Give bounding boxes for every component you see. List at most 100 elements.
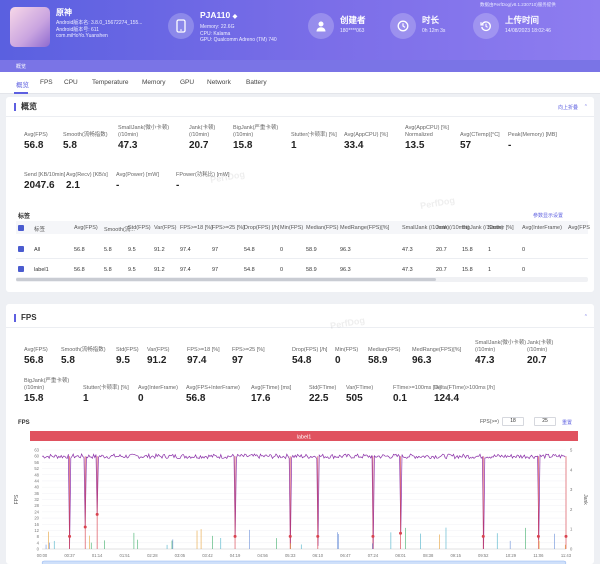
table-cell: label1	[34, 266, 49, 273]
chevron-up-icon[interactable]: ⌃	[584, 104, 588, 110]
table-cell: 58.9	[306, 266, 317, 273]
tab-overview[interactable]: 概览	[16, 79, 29, 89]
chevron-up-icon[interactable]: ⌃	[584, 314, 588, 320]
upload-label: 上传时间	[505, 15, 540, 25]
table-cell: 20.7	[436, 266, 447, 273]
x-tick-label: 06:47	[340, 553, 351, 558]
metric-label: Delta(FTime)>100ms [/h]	[434, 384, 495, 391]
metric-card: Avg(FTime) [ms] 17.6	[251, 378, 292, 405]
tab-cpu[interactable]: CPU	[64, 79, 78, 86]
tab-temperature[interactable]: Temperature	[92, 79, 129, 86]
y-tick-label: 28	[34, 503, 39, 508]
metric-value: 47.3	[118, 140, 138, 152]
metric-value: 57	[460, 140, 472, 152]
metric-label: Std(FPS)	[116, 346, 139, 353]
history-icon	[473, 13, 499, 39]
table-header-cell[interactable]: Std(FPS)	[128, 225, 151, 231]
x-tick-label: 05:33	[285, 553, 296, 558]
collapse-button[interactable]: 向上折叠	[558, 104, 578, 111]
table-cell: 15.8	[462, 266, 473, 273]
y-tick-label: 44	[34, 478, 39, 483]
table-cell: 15.8	[462, 246, 473, 253]
table-cell: 97.4	[180, 266, 191, 273]
row-checkbox[interactable]	[18, 246, 24, 252]
active-tab-indicator	[14, 92, 28, 94]
label-settings-link[interactable]: 参数显示设置	[533, 212, 563, 219]
phone-icon	[168, 13, 194, 39]
y2-tick-label: 3	[570, 487, 573, 492]
report-header: 原神 Android版本名: 3.8.0_15672274_155... And…	[0, 0, 600, 60]
y-tick-label: 63	[34, 448, 39, 453]
metric-label: Jank(卡顿) (/10min)	[527, 340, 554, 353]
table-header-cell[interactable]: Stutter [%]	[488, 225, 514, 231]
breadcrumb-item[interactable]: 概览	[16, 63, 26, 70]
metric-label: Send [KB/10min]	[24, 171, 66, 178]
table-header-cell[interactable]: Var(FPS)	[154, 225, 177, 231]
select-all-checkbox[interactable]	[18, 225, 24, 231]
chart-title: FPS	[18, 420, 30, 426]
tab-gpu[interactable]: GPU	[180, 79, 194, 86]
metric-card: Min(FPS) 0	[335, 340, 358, 367]
metric-card: BigJank(严重卡顿) (/10min) 15.8	[24, 378, 69, 404]
tab-battery[interactable]: Battery	[246, 79, 267, 86]
table-header-cell[interactable]: Avg(FPS)	[74, 225, 98, 231]
y-axis-label: FPS	[14, 494, 20, 504]
metric-value: 20.7	[189, 140, 209, 152]
device-gpu: GPU: Qualcomm Adreno (TM) 740	[200, 37, 277, 43]
metric-card: Smooth(流畅指数) 5.8	[63, 125, 108, 152]
x-tick-label: 03:42	[202, 553, 213, 558]
y2-tick-label: 2	[570, 507, 573, 512]
metric-label: FPS>=18 [%]	[187, 346, 220, 353]
metric-card: MedRange(FPS)[%] 96.3	[412, 340, 461, 367]
metric-value: 97.4	[187, 355, 207, 367]
table-header-cell[interactable]: FPS>=25 [%]	[212, 225, 245, 231]
table-header-cell[interactable]: Avg(FPS	[568, 225, 590, 231]
metric-card: Avg(FPS) 56.8	[24, 125, 48, 152]
metric-label: Smooth(流畅指数)	[63, 131, 108, 138]
tab-memory[interactable]: Memory	[142, 79, 165, 86]
table-cell: 5.8	[104, 246, 112, 253]
metric-label: FPS>=25 [%]	[232, 346, 265, 353]
tab-bar: 概览 FPS CPU Temperature Memory GPU Networ…	[0, 72, 600, 94]
table-header-cell[interactable]: Avg(InterFrame)	[522, 225, 562, 231]
label-section-title: 标签	[18, 214, 31, 220]
fps-chart[interactable]: label16360565248444036322824201612840543…	[6, 428, 594, 564]
y-tick-label: 20	[34, 516, 39, 521]
threshold-input-1[interactable]: 18	[502, 417, 524, 426]
metric-value: 2047.6	[24, 180, 55, 192]
metric-value: 5.8	[61, 355, 75, 367]
tab-fps[interactable]: FPS	[40, 79, 53, 86]
creator-value: 180****063	[340, 28, 365, 34]
upload-info: 上传时间 14/08/2023 18:02:46	[505, 15, 551, 35]
breadcrumb: 概览	[0, 60, 600, 72]
y-tick-label: 32	[34, 497, 39, 502]
duration-info: 时长 0h 12m 3s	[422, 15, 445, 35]
fps-series-line	[41, 452, 566, 550]
metric-label: Avg(AppCPU) [%] Normalized	[405, 125, 449, 138]
table-header-cell[interactable]: Drop(FPS) [/h]	[244, 225, 279, 231]
table-header-cell[interactable]: MedRange(FPS)[%]	[340, 225, 389, 231]
metric-value: 5.8	[63, 140, 77, 152]
metric-label: Avg(FPS+InterFrame)	[186, 384, 240, 391]
table-header-cell[interactable]: Median(FPS)	[306, 225, 338, 231]
reset-button[interactable]: 重置	[562, 419, 572, 426]
threshold-input-2[interactable]: 25	[534, 417, 556, 426]
metric-card: Avg(FPS+InterFrame) 56.8	[186, 378, 240, 405]
metric-label: BigJank(严重卡顿) (/10min)	[24, 378, 70, 391]
metric-card: Median(FPS) 58.9	[368, 340, 400, 367]
y-tick-label: 48	[34, 472, 39, 477]
bigjank-point	[536, 534, 540, 538]
row-checkbox[interactable]	[18, 266, 24, 272]
table-cell: 56.8	[74, 246, 85, 253]
horizontal-scrollbar[interactable]	[16, 277, 588, 282]
table-header-cell[interactable]: 标签	[34, 225, 45, 233]
table-header-cell[interactable]: Min(FPS)	[280, 225, 303, 231]
bigjank-point	[83, 525, 87, 529]
x-tick-label: 06:10	[313, 553, 324, 558]
table-header-cell[interactable]: FPS>=18 [%]	[180, 225, 213, 231]
x-tick-label: 01:51	[119, 553, 130, 558]
metric-card: Avg(InterFrame) 0	[138, 378, 178, 405]
creator-label: 创建者	[340, 15, 366, 25]
tab-network[interactable]: Network	[207, 79, 231, 86]
metric-label: Avg(FTime) [ms]	[251, 384, 292, 391]
